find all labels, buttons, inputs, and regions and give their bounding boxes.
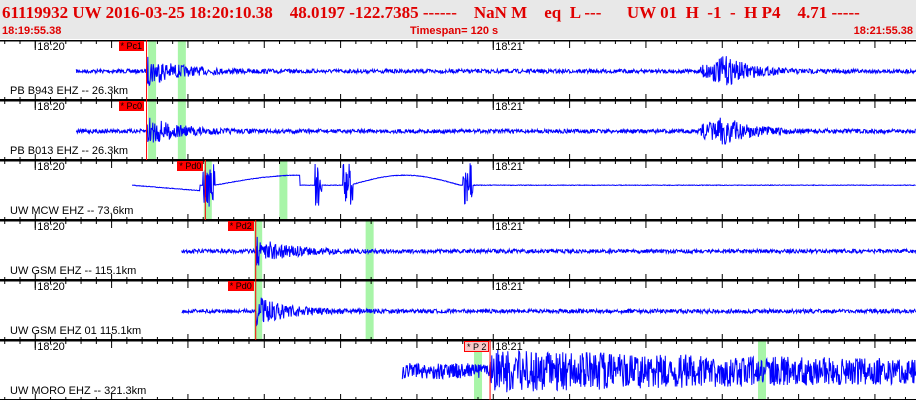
event-summary: 61119932 UW 2016-03-25 18:20:10.38 48.01…: [2, 3, 860, 22]
phase-pick-label[interactable]: * Pd2: [227, 221, 254, 231]
phase-pick-label[interactable]: * Pc1: [118, 41, 145, 51]
seismogram-panels: 18:20 18:21 * Pc1 PB B943 EHZ -- 26.3km 18:2…: [0, 39, 916, 400]
waveform-trace: [181, 297, 916, 327]
waveform-trace: [131, 163, 916, 207]
minute-label: 18:20: [37, 341, 65, 353]
time-window: [279, 160, 288, 220]
minute-label: 18:21: [495, 41, 523, 53]
waveform-canvas: [0, 160, 916, 220]
minute-label: 18:20: [37, 161, 65, 173]
minute-label: 18:21: [495, 101, 523, 113]
waveform-trace: [75, 117, 916, 145]
seismogram-panel[interactable]: 18:20 18:21 * Pd0 UW GSM EHZ 01 115.1km: [0, 280, 916, 340]
minute-label: 18:21: [495, 221, 523, 233]
phase-pick-label[interactable]: * Pd0: [227, 281, 254, 291]
seismogram-panel[interactable]: 18:20 18:21 * Pc0 PB B013 EHZ -- 26.3km: [0, 100, 916, 160]
seismogram-panel[interactable]: 18:20 18:21 * Pd0 UW MCW EHZ -- 73.6km: [0, 160, 916, 220]
waveform-canvas: [0, 220, 916, 280]
minute-label: 18:21: [495, 281, 523, 293]
seismogram-panel[interactable]: 18:20 18:21 * P 2 UW MORO EHZ -- 321.3km: [0, 340, 916, 400]
channel-label: UW MCW EHZ -- 73.6km: [10, 205, 134, 217]
channel-label: UW GSM EHZ -- 115.1km: [10, 265, 137, 277]
minute-label: 18:20: [37, 101, 65, 113]
channel-label: PB B013 EHZ -- 26.3km: [10, 145, 128, 157]
minute-label: 18:20: [37, 41, 65, 53]
waveform-trace: [75, 56, 916, 86]
channel-label: PB B943 EHZ -- 26.3km: [10, 85, 128, 97]
timespan: Timespan= 120 s: [410, 25, 499, 37]
waveform-trace: [181, 236, 916, 266]
channel-label: UW GSM EHZ 01 115.1km: [10, 325, 142, 337]
seismogram-panel[interactable]: 18:20 18:21 * Pc1 PB B943 EHZ -- 26.3km: [0, 40, 916, 100]
event-header: 61119932 UW 2016-03-25 18:20:10.38 48.01…: [0, 0, 916, 39]
start-time: 18:19:55.38: [2, 25, 62, 37]
seismogram-panel[interactable]: 18:20 18:21 * Pd2 UW GSM EHZ -- 115.1km: [0, 220, 916, 280]
channel-label: UW MORO EHZ -- 321.3km: [10, 385, 147, 397]
phase-pick-label[interactable]: * Pd0: [177, 161, 204, 171]
phase-pick-label[interactable]: * Pc0: [118, 101, 145, 111]
minute-label: 18:21: [495, 341, 523, 353]
minute-label: 18:20: [37, 221, 65, 233]
minute-label: 18:21: [495, 161, 523, 173]
phase-pick-label[interactable]: * P 2: [464, 341, 490, 352]
end-time: 18:21:55.38: [853, 25, 913, 37]
minute-label: 18:20: [37, 281, 65, 293]
